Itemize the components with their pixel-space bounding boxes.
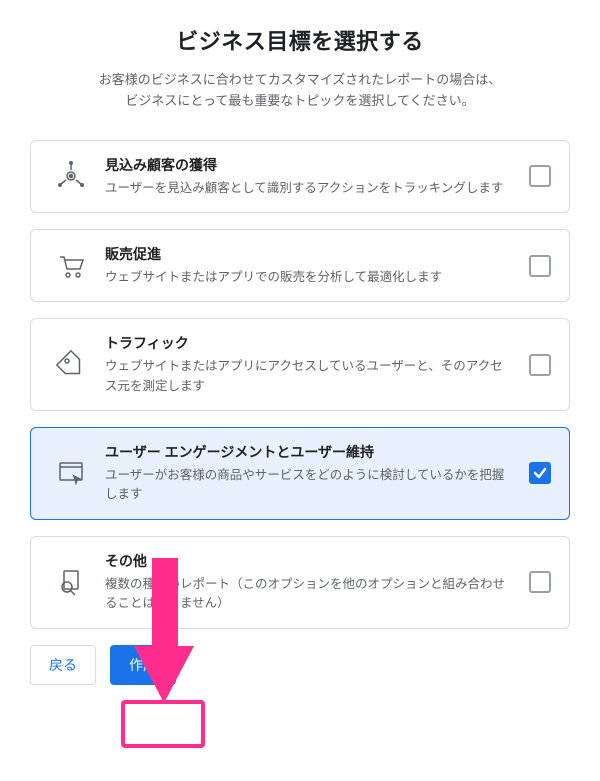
option-traffic-text: トラフィック ウェブサイトまたはアプリにアクセスしているユーザーと、そのアクセス…: [95, 333, 529, 396]
subtitle-line-2: ビジネスにとって最も重要なトピックを選択してください。: [125, 93, 474, 108]
option-engagement-checkbox[interactable]: [529, 462, 551, 484]
create-button[interactable]: 作成: [110, 645, 176, 685]
option-traffic-checkbox[interactable]: [529, 354, 551, 376]
option-other-title: その他: [105, 551, 515, 571]
annotation-highlight: [121, 700, 205, 748]
option-leads-checkbox[interactable]: [529, 165, 551, 187]
option-leads-title: 見込み顧客の獲得: [105, 155, 515, 175]
option-other-desc: 複数の種類のレポート（このオプションを他のオプションと組み合わせることはできませ…: [105, 575, 515, 614]
page-subtitle: お客様のビジネスに合わせてカスタマイズされたレポートの場合は、 ビジネスにとって…: [30, 70, 570, 112]
tag-icon: [47, 349, 95, 381]
option-leads[interactable]: 見込み顧客の獲得 ユーザーを見込み顧客として識別するアクションをトラッキングしま…: [30, 140, 570, 213]
option-sales[interactable]: 販売促進 ウェブサイトまたはアプリでの販売を分析して最適化します: [30, 229, 570, 302]
option-other-text: その他 複数の種類のレポート（このオプションを他のオプションと組み合わせることは…: [95, 551, 529, 614]
option-engagement-desc: ユーザーがお客様の商品やサービスをどのように検討しているかを把握します: [105, 466, 515, 505]
option-other-checkbox[interactable]: [529, 571, 551, 593]
footer: 戻る 作成: [30, 645, 570, 685]
option-traffic-desc: ウェブサイトまたはアプリにアクセスしているユーザーと、そのアクセス元を測定します: [105, 357, 515, 396]
option-sales-title: 販売促進: [105, 244, 515, 264]
cart-icon: [47, 250, 95, 282]
option-engagement-title: ユーザー エンゲージメントとユーザー維持: [105, 442, 515, 462]
option-leads-desc: ユーザーを見込み顧客として識別するアクションをトラッキングします: [105, 179, 515, 198]
option-engagement[interactable]: ユーザー エンゲージメントとユーザー維持 ユーザーがお客様の商品やサービスをどの…: [30, 427, 570, 520]
leads-icon: [47, 160, 95, 192]
subtitle-line-1: お客様のビジネスに合わせてカスタマイズされたレポートの場合は、: [99, 72, 502, 87]
option-engagement-text: ユーザー エンゲージメントとユーザー維持 ユーザーがお客様の商品やサービスをどの…: [95, 442, 529, 505]
option-leads-text: 見込み顧客の獲得 ユーザーを見込み顧客として識別するアクションをトラッキングしま…: [95, 155, 529, 198]
window-cursor-icon: [47, 457, 95, 489]
option-other[interactable]: その他 複数の種類のレポート（このオプションを他のオプションと組み合わせることは…: [30, 536, 570, 629]
page-container: ビジネス目標を選択する お客様のビジネスに合わせてカスタマイズされたレポートの場…: [0, 0, 600, 705]
option-sales-checkbox[interactable]: [529, 255, 551, 277]
option-sales-desc: ウェブサイトまたはアプリでの販売を分析して最適化します: [105, 268, 515, 287]
option-traffic[interactable]: トラフィック ウェブサイトまたはアプリにアクセスしているユーザーと、そのアクセス…: [30, 318, 570, 411]
page-title: ビジネス目標を選択する: [30, 24, 570, 56]
option-traffic-title: トラフィック: [105, 333, 515, 353]
back-button[interactable]: 戻る: [30, 645, 96, 685]
option-sales-text: 販売促進 ウェブサイトまたはアプリでの販売を分析して最適化します: [95, 244, 529, 287]
search-page-icon: [47, 566, 95, 598]
